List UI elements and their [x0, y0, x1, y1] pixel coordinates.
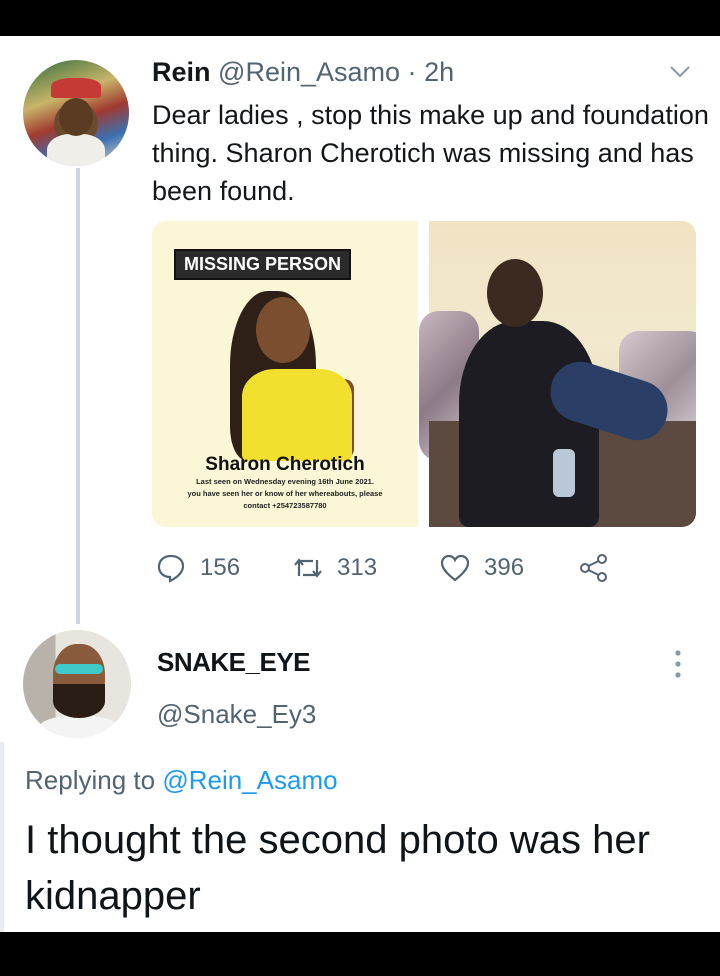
poster-tag: MISSING PERSON	[174, 249, 352, 280]
replying-to: Replying to @Rein_Asamo	[25, 765, 338, 796]
tweet-header: Rein @Rein_Asamo · 2h	[152, 57, 454, 88]
heart-icon	[440, 554, 470, 582]
avatar-face	[59, 98, 93, 136]
poster-face	[256, 297, 310, 363]
person-head	[487, 259, 543, 327]
reply-bubble-icon	[157, 554, 185, 583]
like-count: 396	[484, 554, 525, 581]
tweet-text: Dear ladies , stop this make up and foun…	[152, 100, 709, 206]
avatar-hat	[51, 78, 101, 98]
author-name[interactable]: Rein	[152, 57, 211, 87]
found-person-photo[interactable]	[419, 221, 696, 527]
scroll-edge	[0, 742, 4, 932]
avatar-glasses	[55, 664, 103, 674]
reply-button[interactable]: 156	[156, 550, 240, 586]
separator-dot: ·	[407, 57, 417, 87]
rein-avatar[interactable]	[23, 60, 129, 166]
reply-author-handle[interactable]: @Snake_Ey3	[157, 699, 316, 730]
avatar-shirt	[47, 134, 105, 166]
poster-line-3: contact +254723587780	[243, 501, 327, 510]
reply-author-name[interactable]: SNAKE_EYE	[157, 647, 311, 678]
avatar-beard	[53, 684, 105, 718]
reply-text: I thought the second photo was her kidna…	[25, 818, 650, 918]
tweet-media[interactable]: MISSING PERSON Sharon Cherotich Last see…	[152, 221, 696, 527]
retweet-icon	[294, 558, 322, 578]
avatar-shirt	[39, 716, 119, 738]
chevron-down-icon[interactable]	[668, 62, 692, 82]
replying-prefix: Replying to	[25, 765, 163, 795]
poster-line-2: you have seen her or know of her whereab…	[187, 489, 383, 498]
poster-dress	[242, 369, 352, 461]
author-handle[interactable]: @Rein_Asamo	[218, 57, 400, 87]
retweet-button[interactable]: 313	[293, 550, 377, 586]
like-button[interactable]: 396	[440, 550, 524, 586]
snake-eye-avatar[interactable]	[23, 630, 131, 738]
replying-mention[interactable]: @Rein_Asamo	[162, 765, 337, 795]
water-bottle	[553, 449, 575, 497]
thread-line	[76, 168, 80, 624]
more-vertical-icon[interactable]	[672, 648, 684, 680]
person-body	[459, 321, 599, 527]
retweet-count: 313	[337, 554, 378, 581]
reply-count: 156	[200, 554, 241, 581]
share-icon	[580, 554, 607, 582]
navigation-bar	[0, 932, 720, 976]
poster-name: Sharon Cherotich	[205, 454, 365, 475]
share-button[interactable]	[578, 550, 624, 586]
status-bar	[0, 0, 720, 36]
tweet-time[interactable]: 2h	[424, 57, 454, 87]
poster-line-1: Last seen on Wednesday evening 16th June…	[196, 477, 374, 486]
missing-person-poster[interactable]: MISSING PERSON Sharon Cherotich Last see…	[152, 221, 418, 527]
